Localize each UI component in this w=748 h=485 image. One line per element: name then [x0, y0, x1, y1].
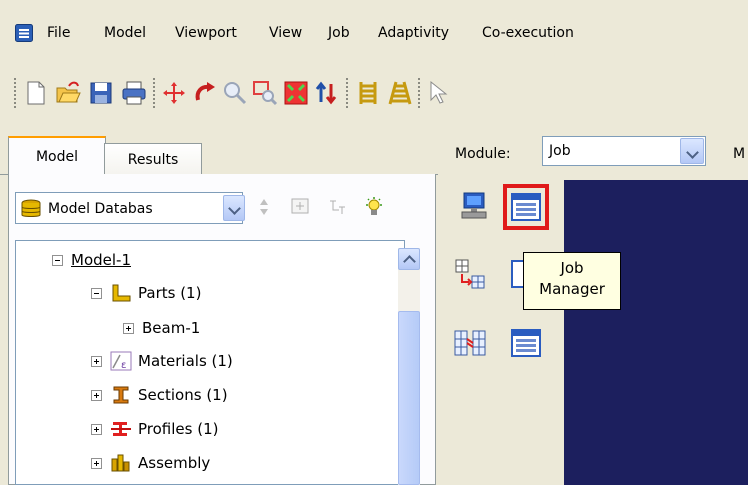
zoom-icon[interactable] [222, 80, 248, 106]
tab-results[interactable]: Results [104, 143, 202, 176]
svg-text:ε: ε [121, 360, 126, 371]
save-icon[interactable] [88, 80, 114, 106]
filter-tree-icon[interactable] [327, 196, 349, 218]
tree-item-label: Materials (1) [138, 352, 233, 370]
tree-item-sections[interactable]: Sections (1) [91, 385, 228, 405]
parts-icon [112, 284, 131, 302]
profiles-icon [111, 422, 131, 436]
cycle-icon[interactable] [313, 80, 339, 106]
coexecution-create-icon[interactable] [454, 327, 486, 359]
model-label-truncated: M [733, 146, 746, 162]
tree-item-label: Parts (1) [138, 284, 202, 302]
perspective-icon[interactable] [387, 80, 413, 106]
tree-item-beam-1[interactable]: Beam-1 [123, 319, 200, 337]
expand-icon[interactable] [91, 423, 102, 435]
job-create-button[interactable] [458, 190, 490, 222]
rotate-icon[interactable] [192, 80, 218, 106]
parallel-view-icon[interactable] [355, 80, 381, 106]
tree-item-label: Sections (1) [138, 386, 228, 404]
collapse-icon[interactable] [91, 287, 102, 299]
tree-item-materials[interactable]: ε Materials (1) [91, 351, 233, 371]
coexecution-manager-icon[interactable] [510, 327, 542, 359]
menu-viewport[interactable]: Viewport [175, 25, 237, 41]
scrollbar-thumb[interactable] [398, 311, 420, 485]
model-database-label: Model Databas [48, 201, 153, 217]
menu-view[interactable]: View [269, 25, 302, 41]
adaptivity-process-icon[interactable] [454, 258, 486, 290]
toolbar-separator [153, 78, 155, 108]
menu-co-execution[interactable]: Co-execution [482, 25, 574, 41]
menu-file[interactable]: File [47, 25, 70, 41]
expand-icon[interactable] [123, 322, 134, 334]
toolbar-separator [346, 78, 348, 108]
tree-item-label: Profiles (1) [138, 420, 219, 438]
tooltip-line-2: Manager [539, 280, 605, 298]
expand-icon[interactable] [91, 389, 102, 401]
tab-model[interactable]: Model [8, 136, 106, 176]
box-zoom-icon[interactable] [252, 80, 278, 106]
print-icon[interactable] [121, 80, 147, 106]
tree-item-assembly[interactable]: Assembly [91, 453, 210, 473]
lightbulb-icon[interactable] [363, 196, 385, 218]
graphics-viewport[interactable] [564, 180, 748, 485]
tree-item-label: Beam-1 [142, 319, 201, 337]
job-manager-button[interactable] [510, 191, 542, 223]
chevron-down-icon[interactable] [680, 138, 704, 164]
tooltip-line-1: Job [560, 259, 584, 277]
module-label: Module: [455, 146, 511, 162]
module-select[interactable]: Job [542, 136, 706, 166]
tab-results-label: Results [127, 152, 179, 168]
collapse-icon[interactable] [52, 254, 63, 266]
model-database-select[interactable]: Model Databas [15, 192, 245, 224]
database-icon [21, 199, 41, 217]
module-select-value: Job [549, 143, 571, 159]
tree-scrollbar[interactable] [398, 248, 420, 485]
menu-model[interactable]: Model [104, 25, 146, 41]
fit-view-icon[interactable] [283, 80, 309, 106]
menu-job[interactable]: Job [328, 25, 350, 41]
tree-item-label: Model-1 [71, 251, 131, 269]
open-folder-icon[interactable] [55, 80, 81, 106]
materials-icon: ε [110, 351, 132, 371]
tree-item-label: Assembly [138, 454, 211, 472]
job-manager-tooltip: Job Manager [523, 252, 621, 310]
tree-item-profiles[interactable]: Profiles (1) [91, 419, 218, 439]
toolbar-separator [418, 78, 420, 108]
chevron-up-icon[interactable] [398, 248, 420, 270]
sections-icon [113, 386, 129, 404]
select-icon[interactable] [427, 80, 453, 106]
tab-model-label: Model [35, 149, 79, 165]
tree-item-parts[interactable]: Parts (1) [91, 283, 201, 303]
tree-item-model-1[interactable]: Model-1 [52, 251, 131, 269]
menu-adaptivity[interactable]: Adaptivity [378, 25, 449, 41]
new-file-icon[interactable] [23, 80, 49, 106]
expand-icon[interactable] [91, 355, 102, 367]
chevron-down-icon[interactable] [223, 195, 245, 221]
abaqus-menu-icon[interactable] [15, 24, 33, 42]
expand-tree-icon[interactable] [290, 196, 312, 218]
assembly-icon [111, 454, 130, 472]
expand-icon[interactable] [91, 457, 102, 469]
toolbar-grip [14, 78, 16, 108]
pan-icon[interactable] [161, 80, 187, 106]
model-tree: Model-1 Parts (1) Beam-1 ε Materials (1)… [15, 240, 405, 485]
sort-icon[interactable] [253, 196, 275, 218]
